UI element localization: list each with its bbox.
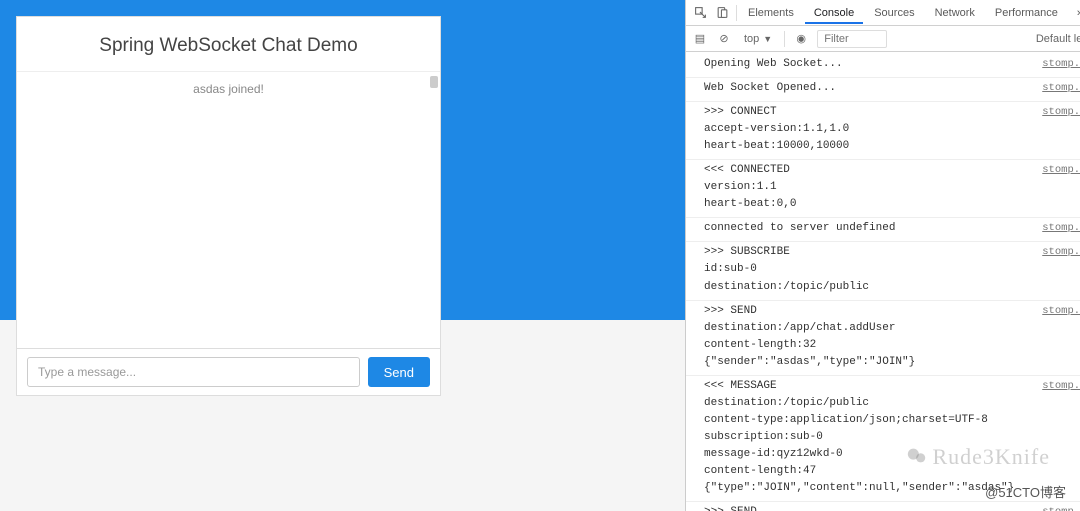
log-line: destination:/topic/public: [704, 279, 1080, 296]
log-line: version:1.1: [704, 179, 1080, 196]
separator: [784, 31, 785, 47]
chevron-down-icon: ▼: [763, 34, 772, 44]
log-source-link[interactable]: stomp.min.js:8: [1042, 303, 1080, 319]
log-source-link[interactable]: stomp.min.js:8: [1042, 378, 1080, 394]
log-line: {"sender":"asdas","type":"JOIN"}: [704, 354, 1080, 371]
tab-console[interactable]: Console: [805, 2, 863, 24]
console-log-entry: stomp.min.js:8>>> CONNECTaccept-version:…: [686, 102, 1080, 160]
log-source-link[interactable]: stomp.min.js:8: [1042, 162, 1080, 178]
log-line: >>> SEND: [704, 504, 1080, 511]
log-source-link[interactable]: stomp.min.js:8: [1042, 104, 1080, 120]
tab-network[interactable]: Network: [926, 2, 984, 24]
log-levels-selector[interactable]: Default levels ▾: [1036, 32, 1080, 45]
console-log-entry: stomp.min.js:8Web Socket Opened...: [686, 78, 1080, 102]
log-line: heart-beat:0,0: [704, 196, 1080, 213]
log-line: accept-version:1.1,1.0: [704, 121, 1080, 138]
chat-window: Spring WebSocket Chat Demo asdas joined!: [16, 16, 441, 396]
console-log-entry: stomp.min.js:8>>> SUBSCRIBEid:sub-0desti…: [686, 242, 1080, 300]
chat-title: Spring WebSocket Chat Demo: [17, 17, 440, 72]
log-line: >>> SUBSCRIBE: [704, 244, 1080, 261]
log-line: {"type":"JOIN","content":null,"sender":"…: [704, 480, 1080, 497]
console-log-entry: stomp.min.js:8connected to server undefi…: [686, 218, 1080, 242]
console-log-entry: stomp.min.js:8<<< CONNECTEDversion:1.1he…: [686, 160, 1080, 218]
tabs-overflow-icon[interactable]: »: [1073, 3, 1080, 23]
console-filter-input[interactable]: [817, 30, 887, 48]
log-line: <<< CONNECTED: [704, 162, 1080, 179]
console-log-entry: stomp.min.js:8Opening Web Socket...: [686, 54, 1080, 78]
log-source-link[interactable]: stomp.min.js:8: [1042, 244, 1080, 260]
tab-elements[interactable]: Elements: [739, 2, 803, 24]
log-line: destination:/topic/public: [704, 395, 1080, 412]
context-label: top: [744, 33, 759, 45]
tab-performance[interactable]: Performance: [986, 2, 1067, 24]
join-message: asdas joined!: [193, 82, 264, 96]
inspect-icon[interactable]: [692, 5, 708, 21]
log-line: connected to server undefined: [704, 220, 1080, 237]
message-input[interactable]: [27, 357, 360, 387]
tab-sources[interactable]: Sources: [865, 2, 923, 24]
log-source-link[interactable]: stomp.min.js:8: [1042, 80, 1080, 96]
log-line: content-type:application/json;charset=UT…: [704, 412, 1080, 429]
sidebar-toggle-icon[interactable]: ▤: [692, 32, 708, 45]
context-selector[interactable]: top ▼: [740, 31, 776, 47]
log-line: content-length:32: [704, 337, 1080, 354]
log-source-link[interactable]: stomp.min.js:8: [1042, 56, 1080, 72]
console-toolbar: ▤ ⊘ top ▼ ◉ Default levels ▾ ⚙: [686, 26, 1080, 52]
console-log-entry: stomp.min.js:8>>> SENDdestination:/app/c…: [686, 502, 1080, 511]
log-line: >>> CONNECT: [704, 104, 1080, 121]
log-line: id:sub-0: [704, 261, 1080, 278]
send-button[interactable]: Send: [368, 357, 430, 387]
devtools-panel: Elements Console Sources Network Perform…: [685, 0, 1080, 511]
live-expression-icon[interactable]: ◉: [793, 32, 809, 45]
separator: [736, 5, 737, 21]
log-source-link[interactable]: stomp.min.js:8: [1042, 220, 1080, 236]
log-line: Opening Web Socket...: [704, 56, 1080, 73]
console-log-entry: stomp.min.js:8>>> SENDdestination:/app/c…: [686, 301, 1080, 376]
log-line: message-id:qyz12wkd-0: [704, 446, 1080, 463]
scrollbar-thumb[interactable]: [430, 76, 438, 88]
log-line: Web Socket Opened...: [704, 80, 1080, 97]
log-line: content-length:47: [704, 463, 1080, 480]
console-log-entry: stomp.min.js:8<<< MESSAGEdestination:/to…: [686, 376, 1080, 502]
devtools-tabbar: Elements Console Sources Network Perform…: [686, 0, 1080, 26]
chat-input-bar: Send: [16, 348, 441, 396]
log-line: <<< MESSAGE: [704, 378, 1080, 395]
console-output[interactable]: stomp.min.js:8Opening Web Socket...stomp…: [686, 52, 1080, 511]
log-line: destination:/app/chat.addUser: [704, 320, 1080, 337]
device-toggle-icon[interactable]: [714, 5, 730, 21]
log-line: subscription:sub-0: [704, 429, 1080, 446]
clear-console-icon[interactable]: ⊘: [716, 32, 732, 45]
log-line: heart-beat:10000,10000: [704, 138, 1080, 155]
log-source-link[interactable]: stomp.min.js:8: [1042, 504, 1080, 511]
chat-messages: asdas joined!: [17, 72, 440, 395]
log-line: >>> SEND: [704, 303, 1080, 320]
